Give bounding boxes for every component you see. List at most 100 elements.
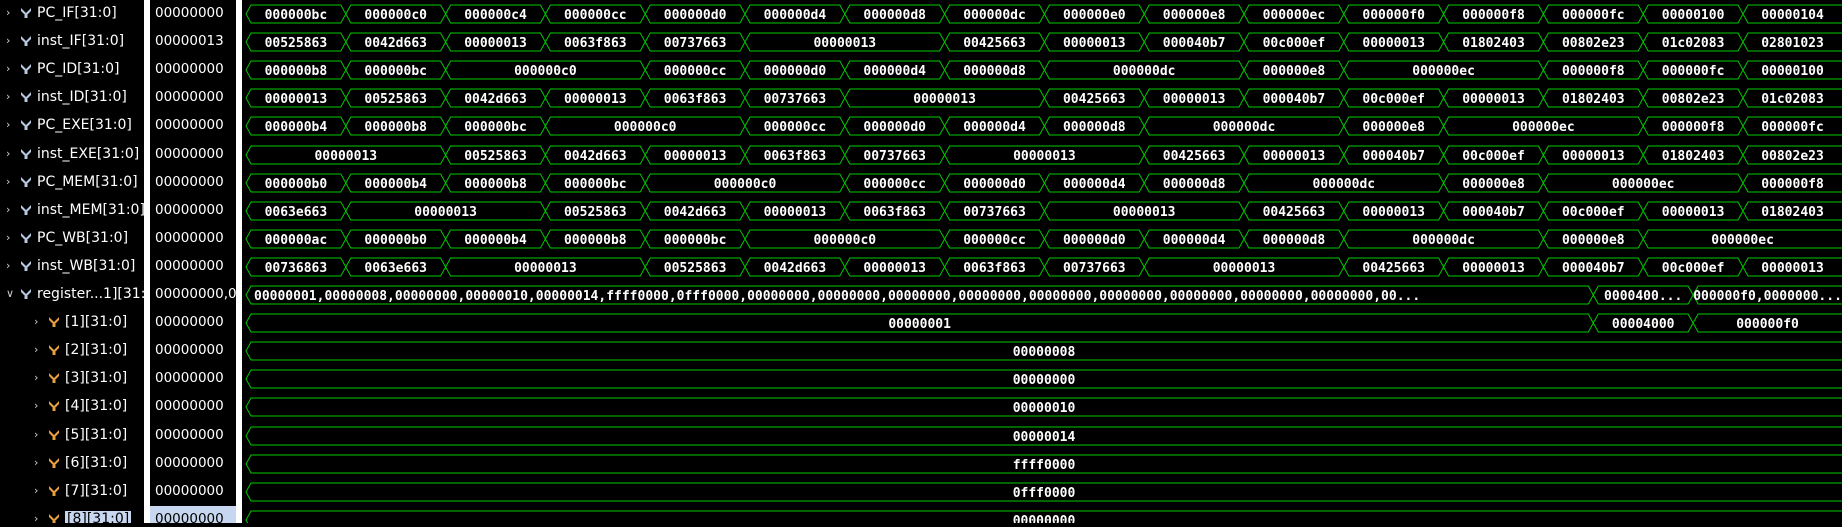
signal-waveform[interactable]: 00000000	[245, 369, 1842, 389]
signal-value-row[interactable]: 00000000	[150, 365, 236, 393]
signal-value-row[interactable]: 00000000	[150, 337, 236, 365]
signal-waveform[interactable]: 000000b8 000000bc 000000c0 000000cc 000000d0…	[245, 60, 1842, 80]
signal-waveform[interactable]: 00000000	[245, 510, 1842, 527]
waveform-segment-value: 00802e23	[1662, 92, 1725, 107]
signal-value-row[interactable]: 00000000	[150, 450, 236, 478]
waveform-segment-value: 00000013	[1562, 149, 1625, 164]
chevron-right-icon[interactable]: ›	[6, 203, 14, 217]
waveform-segment-value: 00c000ef	[1462, 149, 1525, 164]
waveform-segment-value: 000000dc	[963, 8, 1026, 23]
signal-name-row[interactable]: › [5][31:0]	[0, 422, 144, 450]
chevron-right-icon[interactable]: ›	[6, 231, 14, 245]
chevron-right-icon[interactable]: ›	[6, 34, 14, 48]
signal-value-row[interactable]: 00000013	[150, 28, 236, 56]
signal-name-row[interactable]: › [7][31:0]	[0, 478, 144, 506]
signal-value-row[interactable]: 00000000	[150, 56, 236, 84]
signal-name-row[interactable]: › inst_WB[31:0]	[0, 253, 144, 281]
signal-waveform[interactable]: ffff0000	[245, 454, 1842, 474]
signal-name-row[interactable]: › PC_EXE[31:0]	[0, 112, 144, 140]
signal-name-row[interactable]: › PC_WB[31:0]	[0, 225, 144, 253]
chevron-right-icon[interactable]: ›	[34, 399, 42, 413]
chevron-right-icon[interactable]: ›	[6, 90, 14, 104]
waveform-segment-value: 0063f863	[764, 149, 827, 164]
chevron-right-icon[interactable]: ›	[6, 147, 14, 161]
signal-value-row[interactable]: 00000000	[150, 84, 236, 112]
signal-name-row[interactable]: › PC_ID[31:0]	[0, 56, 144, 84]
bus-signal-icon	[48, 485, 60, 497]
waveform-segment-value: 000000e8	[1263, 64, 1326, 79]
waveform-segment-value: 00425663	[1362, 261, 1425, 276]
signal-value-row[interactable]: 00000000	[150, 112, 236, 140]
waveform-segment-value: 000000b8	[564, 233, 627, 248]
signal-value-row[interactable]: 00000000	[150, 309, 236, 337]
chevron-right-icon[interactable]: ›	[34, 484, 42, 498]
waveform-segment-value: 000000b8	[265, 64, 328, 79]
signal-waveform[interactable]: 00000014	[245, 426, 1842, 446]
waveform-canvas[interactable]: 000000bc 000000c0 000000c4 000000cc 000000d0…	[242, 0, 1842, 527]
signal-name-row[interactable]: › inst_EXE[31:0]	[0, 141, 144, 169]
signal-waveform[interactable]: 0063e663 00000013 00525863 0042d663 00000013…	[245, 201, 1842, 221]
signal-waveform[interactable]: 00000008	[245, 341, 1842, 361]
signal-name-row[interactable]: › [8][31:0]	[0, 506, 144, 523]
signal-name-row[interactable]: › [2][31:0]	[0, 337, 144, 365]
signal-waveform[interactable]: 0fff0000	[245, 482, 1842, 502]
waveform-segment-value: 00000013	[314, 149, 377, 164]
signal-value-row[interactable]: 00000000	[150, 225, 236, 253]
waveform-segment-value: 000000c0	[813, 233, 876, 248]
waveform-segment-value: 00000013	[564, 92, 627, 107]
signal-name-row[interactable]: › inst_MEM[31:0]	[0, 197, 144, 225]
waveform-segment-value: 000000f8	[1562, 64, 1625, 79]
signal-waveform[interactable]: 000000bc 000000c0 000000c4 000000cc 000000d0…	[245, 4, 1842, 24]
signal-name-row[interactable]: › inst_ID[31:0]	[0, 84, 144, 112]
signal-waveform[interactable]: 00000013 00525863 0042d663 00000013 0063f863…	[245, 145, 1842, 165]
signal-waveform[interactable]: 00000010	[245, 397, 1842, 417]
waveform-panel[interactable]: 000000bc 000000c0 000000c4 000000cc 000000d0…	[242, 0, 1842, 527]
waveform-segment-value: 000000ec	[1263, 8, 1326, 23]
signal-name-row[interactable]: › inst_IF[31:0]	[0, 28, 144, 56]
waveform-segment-value: 000000b4	[265, 120, 328, 135]
signal-waveform[interactable]: 00736863 0063e663 00000013 00525863 0042d663…	[245, 257, 1842, 277]
chevron-right-icon[interactable]: ›	[6, 175, 14, 189]
waveform-segment-value: 00000100	[1761, 64, 1824, 79]
bus-signal-icon	[20, 232, 32, 244]
chevron-right-icon[interactable]: ›	[34, 315, 42, 329]
waveform-segment-value: 00000013	[913, 92, 976, 107]
signal-value-row[interactable]: 00000000,00	[150, 281, 236, 309]
signal-value-row[interactable]: 00000000	[150, 169, 236, 197]
signal-waveform[interactable]: 000000b4 000000b8 000000bc 000000c0 000000cc…	[245, 116, 1842, 136]
chevron-right-icon[interactable]: ›	[6, 6, 14, 20]
signal-name-row[interactable]: › PC_MEM[31:0]	[0, 169, 144, 197]
signal-value-row[interactable]: 00000000	[150, 0, 236, 28]
signal-waveform[interactable]: 000000ac 000000b0 000000b4 000000b8 000000bc…	[245, 229, 1842, 249]
signal-name-row[interactable]: ∨ register...1][31:0]	[0, 281, 144, 309]
signal-name-row[interactable]: › [1][31:0]	[0, 309, 144, 337]
signal-current-value: 00000000	[155, 398, 224, 414]
signal-current-value: 00000000	[155, 89, 224, 105]
chevron-right-icon[interactable]: ›	[34, 456, 42, 470]
signal-value-row[interactable]: 00000000	[150, 197, 236, 225]
signal-value-row[interactable]: 00000000	[150, 253, 236, 281]
chevron-down-icon[interactable]: ∨	[6, 287, 14, 301]
chevron-right-icon[interactable]: ›	[6, 62, 14, 76]
chevron-right-icon[interactable]: ›	[34, 343, 42, 357]
signal-name-row[interactable]: › [4][31:0]	[0, 393, 144, 421]
signal-name-row[interactable]: › [6][31:0]	[0, 450, 144, 478]
signal-waveform[interactable]: 000000b0 000000b4 000000b8 000000bc 000000c0…	[245, 173, 1842, 193]
chevron-right-icon[interactable]: ›	[34, 428, 42, 442]
signal-value-row[interactable]: 00000000	[150, 506, 236, 523]
waveform-segment-value: 0042d663	[464, 92, 527, 107]
signal-value-row[interactable]: 00000000	[150, 422, 236, 450]
signal-waveform[interactable]: 00000001 00004000 000000f0	[245, 313, 1842, 333]
chevron-right-icon[interactable]: ›	[34, 371, 42, 385]
chevron-right-icon[interactable]: ›	[34, 512, 42, 523]
signal-value-row[interactable]: 00000000	[150, 141, 236, 169]
signal-name-row[interactable]: › PC_IF[31:0]	[0, 0, 144, 28]
signal-waveform[interactable]: 00000013 00525863 0042d663 00000013 0063f863…	[245, 88, 1842, 108]
signal-waveform[interactable]: 00525863 0042d663 00000013 0063f863 00737663…	[245, 32, 1842, 52]
chevron-right-icon[interactable]: ›	[6, 259, 14, 273]
signal-value-row[interactable]: 00000000	[150, 478, 236, 506]
signal-value-row[interactable]: 00000000	[150, 393, 236, 421]
signal-name-row[interactable]: › [3][31:0]	[0, 365, 144, 393]
chevron-right-icon[interactable]: ›	[6, 118, 14, 132]
signal-waveform[interactable]: 00000001,00000008,00000000,00000010,0000…	[245, 285, 1842, 305]
